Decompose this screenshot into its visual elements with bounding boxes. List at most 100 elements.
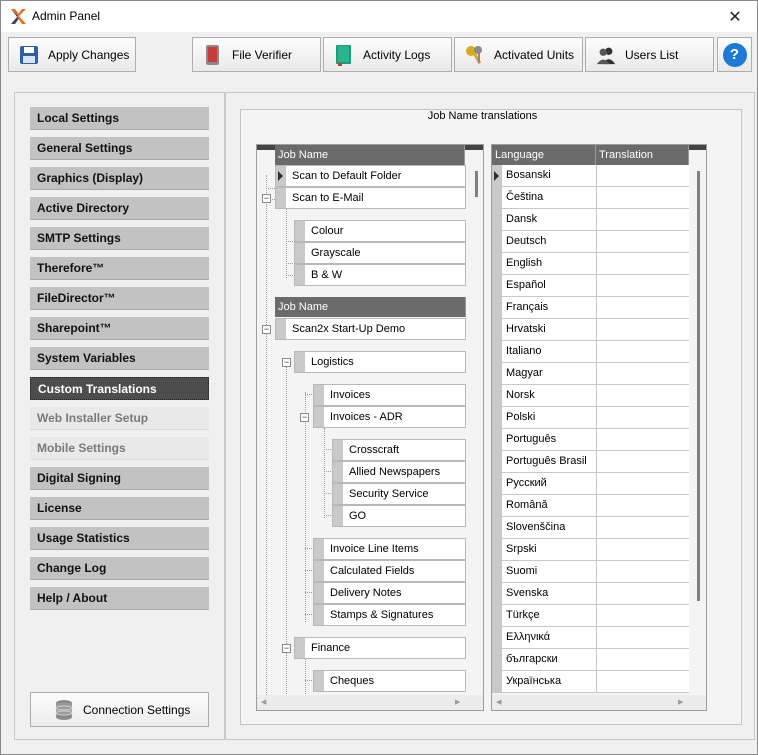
translation-cell[interactable] [596,385,689,407]
language-cell[interactable]: Slovenščina [502,517,596,539]
translation-cell[interactable] [596,407,689,429]
translation-cell[interactable] [596,275,689,297]
tree-row[interactable]: Logistics [294,351,466,373]
tree-row[interactable]: B & W [294,264,466,286]
tree-row[interactable]: Scan2x Start-Up Demo [275,318,466,340]
tree-row[interactable]: Colour [294,220,466,242]
users-list-button[interactable]: Users List [585,37,714,72]
translation-cell[interactable] [596,495,689,517]
translation-cell[interactable] [596,451,689,473]
sidebar-item-local-settings[interactable]: Local Settings [30,107,209,130]
tree-row[interactable]: Delivery Notes [313,582,466,604]
translation-cell[interactable] [596,187,689,209]
language-cell[interactable]: български [502,649,596,671]
language-cell[interactable]: Čeština [502,187,596,209]
language-cell[interactable]: Türkçe [502,605,596,627]
language-cell[interactable]: Deutsch [502,231,596,253]
sidebar-item-digital-signing[interactable]: Digital Signing [30,467,209,490]
activated-units-button[interactable]: Activated Units [454,37,583,72]
sidebar-item-smtp-settings[interactable]: SMTP Settings [30,227,209,250]
language-cell[interactable]: Bosanski [502,165,596,187]
tree-row[interactable]: Grayscale [294,242,466,264]
tree-row[interactable]: Invoices [313,384,466,406]
scroll-left-icon[interactable]: ◀ [496,698,501,706]
language-cell[interactable]: Português [502,429,596,451]
collapse-toggle-icon[interactable]: − [262,325,271,334]
translations-grid[interactable]: Language Translation Bosanski Čeština Dans… [491,144,707,711]
language-cell[interactable]: Norsk [502,385,596,407]
tree-horizontal-scrollbar[interactable]: ◀ ▶ [257,695,483,710]
language-cell[interactable]: Português Brasil [502,451,596,473]
tree-row[interactable]: Allied Newspapers [332,461,466,483]
translation-cell[interactable] [596,627,689,649]
close-button[interactable]: ✕ [713,1,757,32]
sidebar-item-sharepoint[interactable]: Sharepoint™ [30,317,209,340]
tree-row[interactable]: Calculated Fields [313,560,466,582]
translation-cell[interactable] [596,561,689,583]
collapse-toggle-icon[interactable]: − [282,358,291,367]
sidebar-item-system-variables[interactable]: System Variables [30,347,209,370]
sidebar-item-graphics-display[interactable]: Graphics (Display) [30,167,209,190]
translation-cell[interactable] [596,671,689,693]
tree-row[interactable]: Scan to E-Mail [275,187,466,209]
language-cell[interactable]: Українська [502,671,596,693]
language-cell[interactable]: English [502,253,596,275]
translation-cell[interactable] [596,341,689,363]
translation-cell[interactable] [596,539,689,561]
language-cell[interactable]: Srpski [502,539,596,561]
tree-row[interactable]: Scan to Default Folder [275,165,466,187]
sidebar-item-active-directory[interactable]: Active Directory [30,197,209,220]
sidebar-item-general-settings[interactable]: General Settings [30,137,209,160]
language-cell[interactable]: Română [502,495,596,517]
help-button[interactable]: ? [717,37,752,72]
translation-cell[interactable] [596,165,689,187]
translation-cell[interactable] [596,583,689,605]
translation-cell[interactable] [596,297,689,319]
sidebar-item-change-log[interactable]: Change Log [30,557,209,580]
language-cell[interactable]: Magyar [502,363,596,385]
translation-cell[interactable] [596,253,689,275]
translation-cell[interactable] [596,517,689,539]
tree-row[interactable]: Invoice Line Items [313,538,466,560]
tree-row[interactable]: GO [332,505,466,527]
sidebar-item-therefore[interactable]: Therefore™ [30,257,209,280]
apply-changes-button[interactable]: Apply Changes [8,37,136,72]
translation-cell[interactable] [596,319,689,341]
scroll-left-icon[interactable]: ◀ [261,698,266,706]
language-cell[interactable]: Dansk [502,209,596,231]
language-cell[interactable]: Svenska [502,583,596,605]
translation-cell[interactable] [596,649,689,671]
collapse-toggle-icon[interactable]: − [300,413,309,422]
sidebar-item-help-about[interactable]: Help / About [30,587,209,610]
tree-row[interactable]: Crosscraft [332,439,466,461]
translation-cell[interactable] [596,231,689,253]
connection-settings-button[interactable]: Connection Settings [30,692,209,727]
language-cell[interactable]: Русский [502,473,596,495]
file-verifier-button[interactable]: File Verifier [192,37,321,72]
sidebar-item-usage-statistics[interactable]: Usage Statistics [30,527,209,550]
sidebar-item-custom-translations[interactable]: Custom Translations [30,377,209,400]
translation-cell[interactable] [596,363,689,385]
tree-row[interactable]: Cheques [313,670,466,692]
scroll-right-icon[interactable]: ▶ [455,698,460,706]
scroll-right-icon[interactable]: ▶ [678,698,683,706]
translation-cell[interactable] [596,209,689,231]
sidebar-item-license[interactable]: License [30,497,209,520]
translation-cell[interactable] [596,429,689,451]
language-cell[interactable]: Ελληνικά [502,627,596,649]
translation-cell[interactable] [596,473,689,495]
activity-logs-button[interactable]: Activity Logs [323,37,452,72]
tree-row[interactable]: Stamps & Signatures [313,604,466,626]
collapse-toggle-icon[interactable]: − [262,194,271,203]
grid-horizontal-scrollbar[interactable]: ◀ ▶ [492,695,706,710]
collapse-toggle-icon[interactable]: − [282,644,291,653]
translation-cell[interactable] [596,605,689,627]
language-cell[interactable]: Español [502,275,596,297]
language-cell[interactable]: Suomi [502,561,596,583]
language-cell[interactable]: Hrvatski [502,319,596,341]
language-cell[interactable]: Français [502,297,596,319]
grid-vertical-scrollbar[interactable] [697,171,700,601]
tree-row[interactable]: Finance [294,637,466,659]
job-name-tree[interactable]: Job Name Scan to Default Folder − Scan t… [256,144,484,711]
language-cell[interactable]: Polski [502,407,596,429]
